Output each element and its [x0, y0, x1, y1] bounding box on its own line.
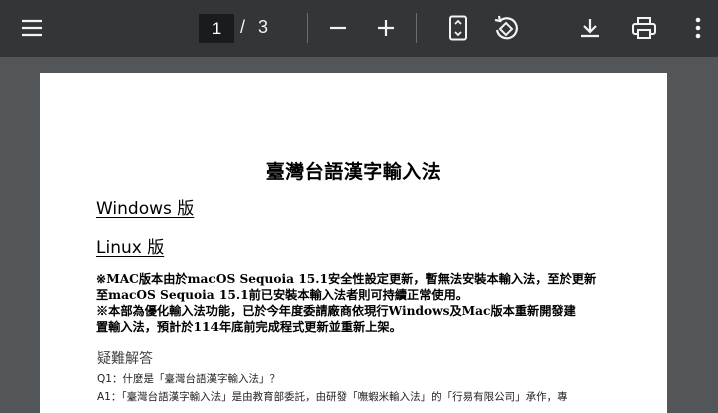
zoom-in-button[interactable] — [366, 8, 406, 48]
notice-line: ※本部為優化輸入法功能，已於今年度委請廠商依現行Windows及Mac版本重新開… — [96, 304, 576, 318]
more-vertical-icon — [694, 17, 702, 39]
download-icon — [578, 16, 602, 40]
fit-to-page-button[interactable] — [438, 8, 478, 48]
current-page: 1 — [211, 18, 222, 38]
print-button[interactable] — [624, 8, 664, 48]
pdf-toolbar: 1 / 3 — [0, 0, 718, 57]
faq-heading: 疑難解答 — [97, 351, 153, 367]
pdf-page: 臺灣台語漢字輸入法 Windows 版 Linux 版 ※MAC版本由於macO… — [40, 73, 667, 413]
toolbar-divider — [307, 13, 308, 43]
notice-line: 至macOS Sequoia 15.1前已安裝本輸入法者則可持續正常使用。 — [96, 288, 468, 302]
faq-question: Q1：什麼是「臺灣台語漢字輸入法」？ — [97, 373, 280, 385]
toolbar-divider — [416, 13, 417, 43]
document-title: 臺灣台語漢字輸入法 — [265, 161, 442, 183]
rotate-button[interactable] — [486, 8, 526, 48]
print-icon — [631, 16, 657, 40]
download-button[interactable] — [570, 8, 610, 48]
notice-line: ※MAC版本由於macOS Sequoia 15.1安全性設定更新，暫無法安裝本… — [96, 272, 597, 286]
minus-icon — [328, 18, 348, 38]
hamburger-menu-icon — [20, 16, 44, 40]
faq-answer: A1：「臺灣台語漢字輸入法」是由教育部委託，由研發「嘸蝦米輸入法」的「行易有限公… — [97, 391, 568, 403]
linux-version-link[interactable]: Linux 版 — [96, 233, 164, 258]
page-separator: / — [240, 17, 246, 37]
more-options-button[interactable] — [678, 8, 718, 48]
fit-to-page-icon — [448, 15, 468, 41]
page-total: 3 — [258, 17, 269, 37]
page-number-input[interactable]: 1 — [199, 14, 234, 43]
menu-button[interactable] — [12, 8, 52, 48]
rotate-counterclockwise-icon — [492, 14, 520, 42]
zoom-out-button[interactable] — [318, 8, 358, 48]
windows-version-link[interactable]: Windows 版 — [96, 194, 194, 219]
plus-icon — [376, 18, 396, 38]
notice-line: 置輸入法，預計於114年底前完成程式更新並重新上架。 — [96, 320, 402, 334]
